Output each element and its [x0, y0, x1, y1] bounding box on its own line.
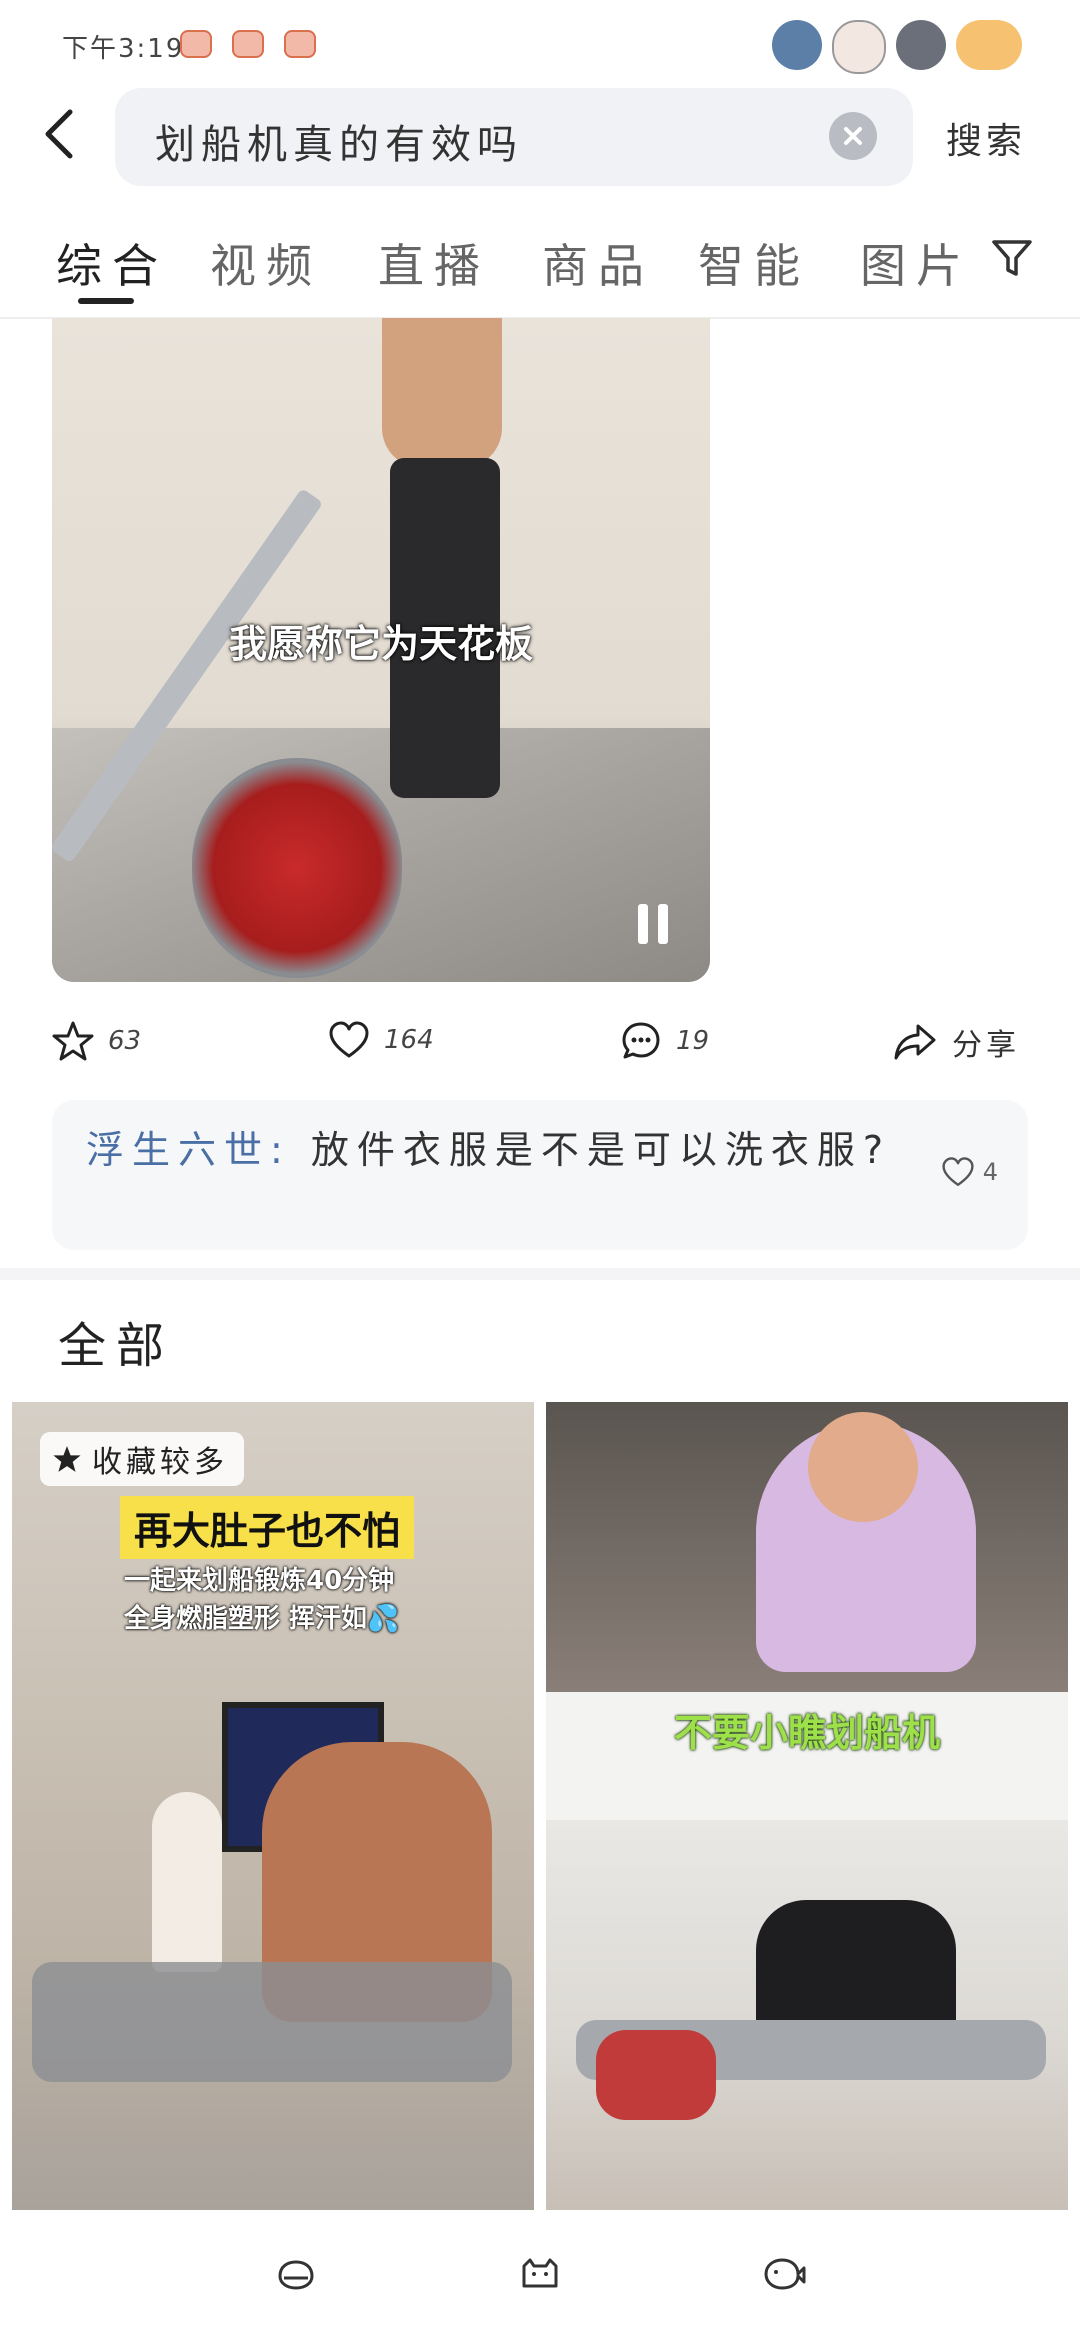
tab-live[interactable]: 直播: [378, 230, 490, 296]
clear-button[interactable]: [829, 112, 877, 160]
card-image-head: [808, 1412, 918, 1522]
nav-home-icon[interactable]: [518, 2256, 562, 2292]
section-title: 全部: [58, 1318, 175, 1374]
card-title-box: 再大肚子也不怕: [120, 1496, 415, 1559]
notification-icon: [232, 30, 264, 58]
chevron-left-icon: [45, 109, 73, 159]
comment-text: 浮生六世: 放件衣服是不是可以洗衣服?: [86, 1124, 906, 1176]
comment-icon: [622, 1022, 660, 1059]
star-icon: [52, 1021, 94, 1061]
tab-video[interactable]: 视频: [210, 230, 322, 296]
nav-back-icon[interactable]: [274, 2256, 318, 2292]
card-image-tank: [596, 2030, 716, 2120]
section-separator: [0, 1268, 1080, 1280]
status-indicators: [772, 20, 1022, 74]
wifi-icon: [896, 20, 946, 70]
collect-button[interactable]: 63: [52, 1020, 141, 1062]
card-subtitle-line2: 全身燃脂塑形 挥汗如💦: [124, 1604, 400, 1634]
share-button[interactable]: 分享: [892, 1020, 1020, 1064]
search-button[interactable]: 搜索: [946, 112, 1026, 164]
notification-icon: [284, 30, 316, 58]
badge-most-collected: 收藏较多: [40, 1432, 244, 1486]
video-person: [372, 318, 522, 818]
card-image-room: [546, 1820, 1068, 2210]
comment-button[interactable]: 19: [620, 1020, 709, 1062]
video-water-tank: [192, 758, 402, 978]
nav-recents-icon[interactable]: [762, 2256, 806, 2292]
active-tab-indicator: [78, 298, 134, 304]
card-title: 再大肚子也不怕: [134, 1509, 401, 1553]
tab-products[interactable]: 商品: [542, 230, 654, 296]
video-actions: 63 164 19 分享: [0, 1020, 1080, 1080]
heart-icon: [942, 1157, 974, 1186]
signal-icon: [772, 20, 822, 70]
card-image-machine: [32, 1962, 512, 2082]
tab-all[interactable]: 综合: [56, 230, 168, 296]
comment-body: 放件衣服是不是可以洗衣服?: [310, 1128, 892, 1172]
comment-like-button[interactable]: 4: [941, 1156, 998, 1188]
pause-icon[interactable]: [638, 904, 670, 944]
card-subtitle-line1: 一起来划船锻炼40分钟: [124, 1566, 395, 1596]
card-image-woman: [152, 1792, 222, 1972]
share-label: 分享: [952, 1028, 1020, 1063]
star-icon: [53, 1446, 81, 1472]
battery-icon: [956, 20, 1022, 70]
card-caption: 不要小瞧划船机: [673, 1711, 940, 1755]
status-bar: 下午3:19: [0, 0, 1080, 90]
filter-icon[interactable]: [990, 236, 1034, 280]
comment-count: 19: [676, 1026, 710, 1056]
top-comment[interactable]: 浮生六世: 放件衣服是不是可以洗衣服? 4: [52, 1100, 1028, 1250]
video-subtitle: 我愿称它为天花板: [228, 622, 533, 666]
tab-smart[interactable]: 智能: [698, 230, 810, 296]
comment-like-count: 4: [982, 1158, 998, 1186]
search-query: 划船机真的有效吗: [155, 122, 523, 168]
badge-label: 收藏较多: [92, 1445, 228, 1480]
notification-icon: [180, 30, 212, 58]
video-player[interactable]: 我愿称它为天花板: [52, 318, 710, 982]
back-button[interactable]: [36, 104, 88, 164]
heart-icon: [329, 1021, 369, 1058]
like-count: 164: [384, 1025, 434, 1055]
status-time: 下午3:19: [62, 34, 185, 64]
share-icon: [894, 1024, 936, 1060]
collect-count: 63: [108, 1026, 142, 1056]
result-card[interactable]: 不要小瞧划船机: [546, 1402, 1068, 2210]
system-nav-bar: [0, 2210, 1080, 2340]
search-input[interactable]: 划船机真的有效吗: [115, 88, 913, 186]
tab-images[interactable]: 图片: [860, 230, 972, 296]
like-button[interactable]: 164: [328, 1020, 434, 1060]
close-icon: [844, 127, 862, 145]
card-image-top: [546, 1402, 1068, 1692]
comment-author[interactable]: 浮生六世:: [86, 1128, 291, 1172]
mute-icon: [832, 20, 886, 74]
result-card[interactable]: 收藏较多 再大肚子也不怕 一起来划船锻炼40分钟 全身燃脂塑形 挥汗如💦: [12, 1402, 534, 2210]
category-tabs: 综合 视频 直播 商品 智能 图片: [0, 220, 1080, 320]
notification-icons: [180, 30, 316, 58]
